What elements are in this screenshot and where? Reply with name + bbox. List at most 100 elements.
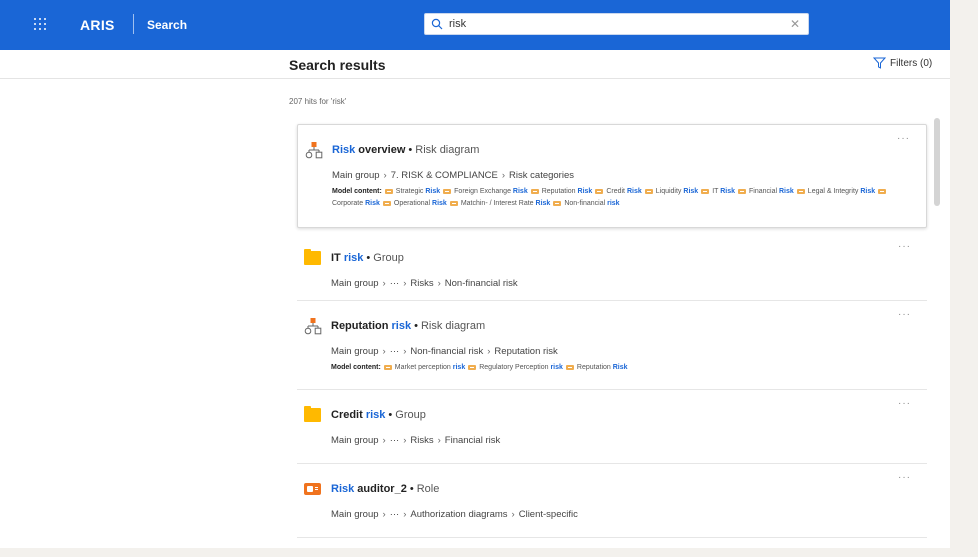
results-scrollbar[interactable] bbox=[934, 118, 940, 206]
risk-object-icon bbox=[383, 364, 392, 370]
breadcrumb-chevron-icon: › bbox=[403, 346, 407, 357]
result-type-separator: • bbox=[409, 483, 414, 495]
breadcrumb-chevron-icon: › bbox=[403, 509, 407, 520]
brand-logo[interactable]: ARIS bbox=[80, 17, 115, 33]
model-content-item-highlight: Risk bbox=[365, 200, 380, 207]
brand-divider bbox=[133, 14, 134, 34]
search-result-item[interactable]: Risk auditor_2 • Role Main group › ··· › Author… bbox=[297, 464, 927, 538]
risk-object-icon bbox=[384, 188, 393, 194]
breadcrumb-item[interactable]: ··· bbox=[390, 346, 400, 357]
risk-object-icon bbox=[530, 188, 539, 194]
model-content-item-text: Legal & Integrity bbox=[807, 188, 861, 195]
hits-count: 207 hits for 'risk' bbox=[289, 97, 347, 106]
risk-object-icon bbox=[595, 188, 604, 194]
search-result-item[interactable]: IT risk • Group Main group › ··· › Risks › Non-fi… bbox=[297, 233, 927, 301]
model-content-item-highlight: Risk bbox=[577, 188, 593, 195]
model-content: Model content: Market perception risk Regu… bbox=[331, 362, 896, 374]
result-title[interactable]: Credit risk • Group bbox=[331, 409, 426, 421]
result-title[interactable]: Risk auditor_2 • Role bbox=[331, 483, 439, 495]
role-shape bbox=[304, 483, 321, 495]
search-box[interactable]: ✕ bbox=[424, 13, 809, 35]
result-type-separator: • bbox=[366, 252, 371, 264]
breadcrumb-item: Non-financial risk bbox=[444, 278, 518, 289]
breadcrumb-item[interactable]: ··· bbox=[390, 278, 400, 289]
model-content-item-highlight: Risk bbox=[720, 188, 736, 195]
model-content-item-highlight: Risk bbox=[779, 188, 794, 195]
clear-search-icon[interactable]: ✕ bbox=[790, 17, 800, 31]
breadcrumb-item: Risks bbox=[410, 278, 434, 289]
search-result-item[interactable]: Risk overview • Risk diagram Main group › 7. … bbox=[297, 124, 927, 228]
search-result-item[interactable]: Reputation risk • Risk diagram Main group › ·… bbox=[297, 301, 927, 390]
risk-object-icon bbox=[644, 188, 653, 194]
model-content-item-text: Financial bbox=[749, 188, 779, 195]
breadcrumb-item[interactable]: ··· bbox=[390, 509, 400, 520]
model-content-item-text: Market perception bbox=[394, 364, 453, 371]
model-content-label: Model content: bbox=[331, 364, 381, 371]
breadcrumb-chevron-icon: › bbox=[501, 170, 506, 181]
folder-icon bbox=[304, 406, 321, 422]
model-content-item-highlight: Risk bbox=[626, 188, 642, 195]
more-options-button[interactable]: ··· bbox=[898, 309, 911, 320]
model-content-item-text: Regulatory Perception bbox=[479, 364, 551, 371]
risk-object-icon bbox=[565, 364, 574, 370]
result-breadcrumb: Main group › ··· › Risks › Financial risk bbox=[331, 435, 500, 446]
role-icon bbox=[304, 480, 321, 496]
app-launcher-icon[interactable] bbox=[34, 18, 46, 30]
model-content-item-text: Credit bbox=[606, 188, 627, 195]
breadcrumb-chevron-icon: › bbox=[382, 435, 386, 446]
breadcrumb-chevron-icon: › bbox=[403, 435, 407, 446]
breadcrumb-chevron-icon: › bbox=[382, 509, 386, 520]
breadcrumb-item: Main group bbox=[331, 346, 379, 357]
model-content-item-text: Foreign Exchange bbox=[454, 188, 513, 195]
more-options-button[interactable]: ··· bbox=[897, 133, 910, 144]
breadcrumb-chevron-icon: › bbox=[382, 346, 386, 357]
risk-object-icon bbox=[738, 188, 747, 194]
breadcrumb-item: Client-specific bbox=[518, 509, 578, 520]
risk-object-icon bbox=[701, 188, 710, 194]
search-icon bbox=[431, 18, 443, 30]
result-title[interactable]: Reputation risk • Risk diagram bbox=[331, 320, 485, 332]
result-type: Risk diagram bbox=[420, 320, 486, 332]
filters-label: Filters (0) bbox=[890, 57, 933, 69]
risk-diagram-icon bbox=[304, 317, 322, 335]
search-input[interactable] bbox=[449, 16, 779, 32]
result-name-prefix: Credit bbox=[331, 409, 366, 421]
breadcrumb-item: Main group bbox=[331, 509, 379, 520]
result-name-rest: auditor_2 bbox=[354, 483, 407, 495]
risk-diagram-icon bbox=[305, 141, 323, 159]
result-type: Risk diagram bbox=[415, 144, 480, 156]
result-title[interactable]: Risk overview • Risk diagram bbox=[332, 144, 479, 156]
header-divider bbox=[0, 78, 950, 79]
result-title[interactable]: IT risk • Group bbox=[331, 252, 404, 264]
model-content-item-text: Strategic bbox=[395, 188, 426, 195]
result-breadcrumb: Main group › ··· › Risks › Non-financial risk bbox=[331, 278, 518, 289]
model-content-item-highlight: risk bbox=[452, 364, 466, 371]
model-content-item-text: Matchin- / Interest Rate bbox=[460, 200, 536, 207]
breadcrumb-chevron-icon: › bbox=[437, 435, 441, 446]
breadcrumb-chevron-icon: › bbox=[383, 170, 387, 181]
breadcrumb-chevron-icon: › bbox=[403, 278, 407, 289]
filters-button[interactable]: Filters (0) bbox=[873, 57, 932, 69]
result-name-highlight: risk bbox=[343, 252, 364, 264]
more-options-button[interactable]: ··· bbox=[898, 241, 911, 252]
search-result-item[interactable]: Credit risk • Group Main group › ··· › Risks › Fi… bbox=[297, 390, 927, 464]
model-content-item-highlight: Risk bbox=[612, 364, 628, 371]
model-content-item-highlight: risk bbox=[607, 200, 620, 207]
model-content-item-text: Corporate bbox=[332, 200, 366, 207]
breadcrumb-item: Main group bbox=[331, 278, 379, 289]
more-options-button[interactable]: ··· bbox=[898, 398, 911, 409]
more-options-button[interactable]: ··· bbox=[898, 472, 911, 483]
folder-shape bbox=[304, 249, 321, 265]
model-content-label: Model content: bbox=[332, 188, 382, 195]
result-type-separator: • bbox=[414, 320, 418, 332]
result-name-highlight: risk bbox=[365, 409, 386, 421]
breadcrumb-item[interactable]: ··· bbox=[390, 435, 400, 446]
more-options-button[interactable]: ··· bbox=[898, 546, 911, 548]
search-result-item[interactable]: ··· bbox=[297, 538, 927, 548]
result-type: Group bbox=[395, 409, 426, 421]
result-name-highlight: Risk bbox=[332, 144, 356, 156]
result-name-highlight: Risk bbox=[331, 483, 355, 495]
page-title: Search results bbox=[289, 57, 386, 73]
model-content-item-text: Non-financial bbox=[564, 200, 608, 207]
breadcrumb-item: 7. RISK & COMPLIANCE bbox=[390, 170, 498, 181]
